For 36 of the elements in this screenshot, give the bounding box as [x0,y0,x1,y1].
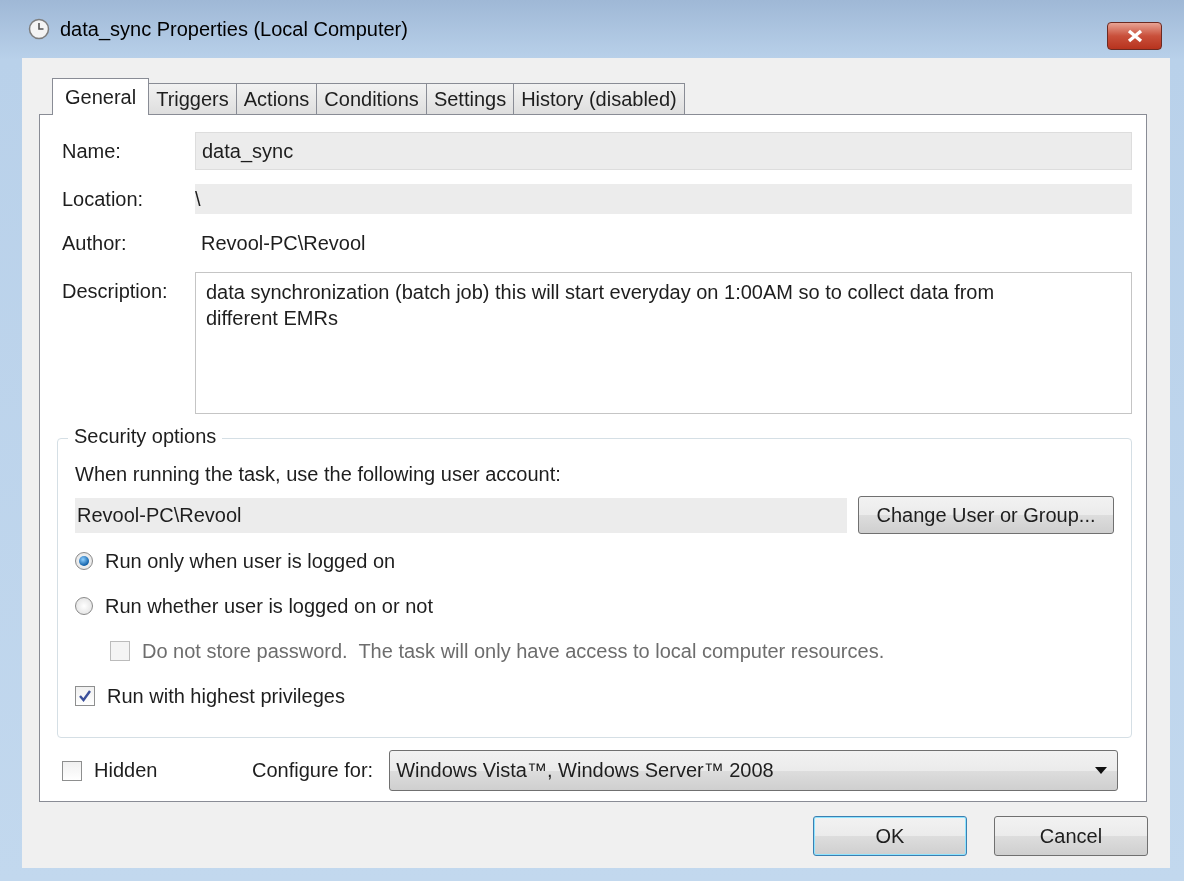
change-user-button[interactable]: Change User or Group... [858,496,1114,534]
field-label: Description: [62,279,169,304]
window-title: data_sync Properties (Local Computer) [60,17,408,41]
configure-label: Configure for: [252,759,374,782]
group-title: Security options [68,425,223,448]
tab[interactable]: Conditions [316,83,427,114]
checkbox[interactable] [62,760,82,781]
author-text: Revool-PC\Revool [200,230,367,256]
field-label: Location: [62,186,145,212]
account-prompt: When running the task, use the following user account: [75,463,562,486]
tab[interactable]: Actions [235,83,318,114]
close-icon [1125,29,1144,43]
checkbox[interactable] [75,686,95,706]
configure-dropdown[interactable]: Windows Vista™, Windows Server™ 2008 [389,750,1119,791]
clock-icon [28,18,50,40]
option-label: Run only when user is logged on [105,549,396,573]
tab[interactable]: History (disabled) [513,83,685,114]
close-button[interactable] [1107,22,1162,50]
tab[interactable]: General [52,78,150,115]
description-field[interactable]: data synchronization (batch job) this will start everyday on 1:00AM so to collect data from different EMRs [195,272,1132,414]
user-account-field: Revool-PC\Revool [75,497,847,533]
field-label: Author: [62,230,128,256]
name-field[interactable]: data_sync [195,132,1132,170]
tab[interactable]: Settings [425,83,515,114]
tab[interactable]: Triggers [148,83,237,114]
radio-button[interactable] [75,597,93,615]
option-label: Do not store password. The task will only have access to local computer resources. [142,639,885,663]
radio-button[interactable] [75,552,93,570]
option-label: Run whether user is logged on or not [105,594,433,618]
dialog-button[interactable]: OK [813,816,967,856]
dialog-button[interactable]: Cancel [994,816,1148,856]
caret-icon [1095,767,1108,774]
option-label: Run with highest privileges [107,684,345,708]
field-label: Name: [62,138,122,164]
location-field: \ [195,184,1132,214]
option-label: Hidden [94,759,158,782]
